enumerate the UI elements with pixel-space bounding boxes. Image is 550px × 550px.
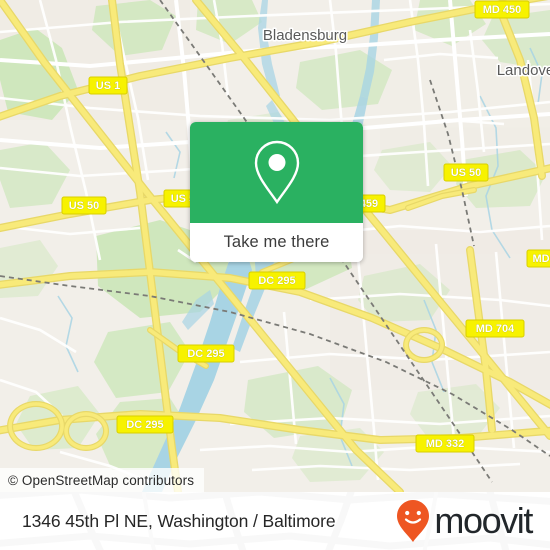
road-shield: MD 332 — [415, 434, 475, 453]
road-shield-label: US 50 — [69, 200, 100, 212]
road-shield: MD 704 — [465, 319, 525, 338]
road-shield-label: MD 704 — [476, 323, 515, 335]
road-shield: US 50 — [443, 163, 489, 182]
road-shield: MD — [526, 249, 550, 268]
road-shield-label: MD — [532, 253, 549, 265]
osm-attribution[interactable]: © OpenStreetMap contributors — [0, 468, 205, 492]
moovit-smiley-pin-icon — [397, 500, 430, 542]
poi-callout-card[interactable]: Take me there — [190, 122, 363, 262]
address-label: 1346 45th Pl NE, Washington / Baltimore — [22, 510, 336, 531]
road-shield-label: US 1 — [96, 80, 120, 92]
footer-bar: 1346 45th Pl NE, Washington / Baltimore … — [0, 492, 550, 550]
moovit-map-screen: Bladensburg Landover MD 450 US 1 US 50 — [0, 0, 550, 550]
road-shield: DC 295 — [248, 271, 306, 290]
road-shield-label: MD 450 — [483, 4, 522, 16]
road-shield: DC 295 — [116, 415, 174, 434]
place-label-landover: Landover — [497, 62, 550, 79]
road-shield: MD 450 — [474, 0, 530, 19]
moovit-brand-logo: moovit — [394, 498, 533, 544]
take-me-there-label: Take me there — [223, 233, 330, 251]
road-shield-label: US 50 — [451, 167, 482, 179]
take-me-there-button[interactable]: Take me there — [190, 223, 363, 262]
road-shield-label: DC 295 — [258, 275, 295, 287]
road-shield-label: DC 295 — [187, 348, 224, 360]
road-shield: US 50 — [61, 196, 107, 215]
road-shield: US 1 — [88, 76, 128, 95]
place-label-bladensburg: Bladensburg — [263, 27, 347, 44]
osm-attribution-text: © OpenStreetMap contributors — [8, 472, 195, 488]
moovit-wordmark: moovit — [434, 500, 533, 541]
road-shield-label: MD 332 — [426, 438, 465, 450]
poi-card-icon-area — [190, 122, 363, 223]
map-pin-icon — [254, 140, 299, 204]
road-shield: DC 295 — [177, 344, 235, 363]
road-shield-label: DC 295 — [126, 419, 163, 431]
